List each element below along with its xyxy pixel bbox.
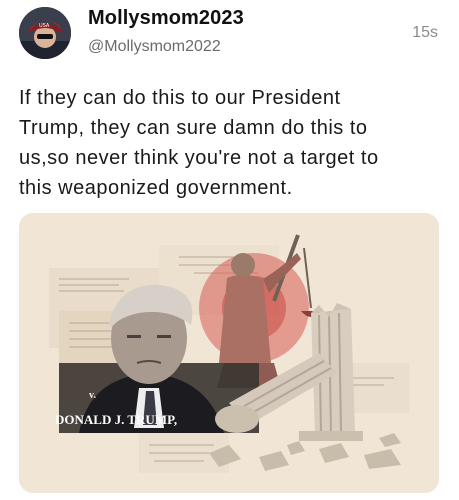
avatar-image: USA [19,7,71,59]
versus-label: v. [89,390,96,401]
post-image[interactable]: v. DONALD J. TRUMP, [19,213,439,493]
post-card[interactable]: USA Mollysmom2023 @Mollysmom2022 15s If … [0,0,459,500]
defendant-name: DONALD J. TRUMP, [55,412,177,427]
display-name[interactable]: Mollysmom2023 [88,7,244,30]
svg-text:USA: USA [39,23,50,29]
timestamp[interactable]: 15s [412,24,438,42]
user-handle[interactable]: @Mollysmom2022 [88,38,221,56]
post-text: If they can do this to our President Tru… [19,87,379,199]
media-illustration: v. DONALD J. TRUMP, [19,213,439,493]
avatar[interactable]: USA [19,7,71,59]
